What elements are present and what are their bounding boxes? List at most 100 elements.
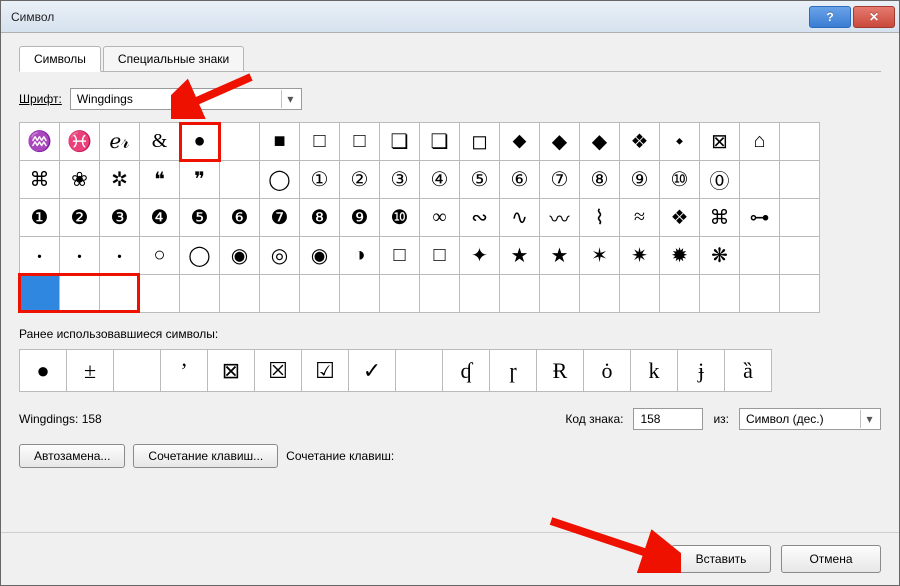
close-button[interactable]: ✕ <box>853 6 895 28</box>
symbol-cell[interactable]: ❽ <box>300 199 340 237</box>
symbol-cell[interactable]: ❖ <box>620 123 660 161</box>
symbol-cell[interactable] <box>420 275 460 313</box>
symbol-cell[interactable] <box>740 161 780 199</box>
symbol-cell[interactable]: ❻ <box>220 199 260 237</box>
symbol-cell[interactable]: ❸ <box>100 199 140 237</box>
recent-symbol-cell[interactable] <box>396 350 443 392</box>
symbol-cell[interactable]: ❹ <box>140 199 180 237</box>
symbol-cell[interactable]: ① <box>300 161 340 199</box>
symbol-cell[interactable]: ･ <box>100 237 140 275</box>
symbol-cell[interactable]: ⌂ <box>740 123 780 161</box>
symbol-cell[interactable]: ★ <box>540 237 580 275</box>
symbol-cell[interactable]: ✦ <box>460 237 500 275</box>
symbol-cell[interactable]: ⌘ <box>700 199 740 237</box>
symbol-cell[interactable]: ℯ𝓇 <box>100 123 140 161</box>
symbol-cell[interactable] <box>460 275 500 313</box>
symbol-cell[interactable] <box>220 275 260 313</box>
symbol-cell[interactable]: ♓ <box>60 123 100 161</box>
symbol-cell[interactable]: ≈ <box>620 199 660 237</box>
symbol-cell[interactable]: ✶ <box>580 237 620 275</box>
symbol-cell[interactable]: ✷ <box>620 237 660 275</box>
symbol-cell[interactable] <box>140 275 180 313</box>
symbol-cell[interactable]: ⬩ <box>660 123 700 161</box>
symbol-cell[interactable]: ③ <box>380 161 420 199</box>
symbol-cell[interactable]: ♒ <box>20 123 60 161</box>
symbol-cell[interactable]: ❿ <box>380 199 420 237</box>
recent-symbol-cell[interactable]: ✓ <box>349 350 396 392</box>
help-button[interactable]: ? <box>809 6 851 28</box>
symbol-cell[interactable]: ⑨ <box>620 161 660 199</box>
symbol-cell[interactable]: ⌘ <box>20 161 60 199</box>
font-select[interactable]: Wingdings ▾ <box>70 88 302 110</box>
symbol-cell[interactable]: & <box>140 123 180 161</box>
symbol-cell[interactable]: □ <box>420 237 460 275</box>
symbol-cell[interactable] <box>180 275 220 313</box>
symbol-cell[interactable]: □ <box>340 123 380 161</box>
symbol-cell[interactable]: ∿ <box>500 199 540 237</box>
symbol-cell[interactable]: ○ <box>140 237 180 275</box>
symbol-cell[interactable]: ◆ <box>580 123 620 161</box>
symbol-cell[interactable]: ∞ <box>420 199 460 237</box>
symbol-cell[interactable] <box>780 123 820 161</box>
symbol-cell[interactable] <box>700 275 740 313</box>
symbol-cell[interactable]: ❖ <box>660 199 700 237</box>
symbol-cell[interactable]: ② <box>340 161 380 199</box>
from-select[interactable]: Символ (дес.) ▾ <box>739 408 881 430</box>
symbol-cell[interactable] <box>300 275 340 313</box>
symbol-cell[interactable]: ⑧ <box>580 161 620 199</box>
symbol-cell[interactable]: ◑ <box>340 237 380 275</box>
symbol-cell[interactable] <box>340 275 380 313</box>
symbol-cell[interactable] <box>780 161 820 199</box>
symbol-cell[interactable] <box>620 275 660 313</box>
recent-symbol-cell[interactable]: ʠ <box>443 350 490 392</box>
symbol-cell[interactable] <box>100 275 140 313</box>
recent-symbol-cell[interactable]: ⊠ <box>208 350 255 392</box>
symbol-cell[interactable]: ◻ <box>460 123 500 161</box>
symbol-cell[interactable]: ❼ <box>260 199 300 237</box>
symbol-cell[interactable]: ❷ <box>60 199 100 237</box>
symbol-cell[interactable]: ■ <box>260 123 300 161</box>
symbol-cell[interactable]: ❏ <box>380 123 420 161</box>
symbol-cell[interactable] <box>780 275 820 313</box>
symbol-cell[interactable] <box>780 199 820 237</box>
recent-symbol-cell[interactable]: ’ <box>161 350 208 392</box>
symbol-cell[interactable] <box>580 275 620 313</box>
symbol-cell[interactable]: ❺ <box>180 199 220 237</box>
symbol-cell[interactable] <box>740 237 780 275</box>
tab-symbols[interactable]: Символы <box>19 46 101 72</box>
symbol-cell[interactable]: ∾ <box>460 199 500 237</box>
symbol-cell[interactable]: ⬥ <box>500 123 540 161</box>
recent-symbol-cell[interactable]: ☒ <box>255 350 302 392</box>
symbol-cell[interactable] <box>780 237 820 275</box>
insert-button[interactable]: Вставить <box>671 545 771 573</box>
shortcut-button[interactable]: Сочетание клавиш... <box>133 444 278 468</box>
symbol-cell[interactable]: ❝ <box>140 161 180 199</box>
symbol-cell[interactable]: ◉ <box>220 237 260 275</box>
symbol-cell[interactable]: ⊠ <box>700 123 740 161</box>
symbol-cell[interactable]: ❾ <box>340 199 380 237</box>
symbol-cell[interactable]: □ <box>380 237 420 275</box>
recent-symbol-cell[interactable]: ȯ <box>584 350 631 392</box>
symbol-cell[interactable] <box>220 161 260 199</box>
symbol-cell[interactable]: ⑦ <box>540 161 580 199</box>
symbol-cell[interactable]: ✹ <box>660 237 700 275</box>
symbol-cell[interactable]: ● <box>180 123 220 161</box>
autocorrect-button[interactable]: Автозамена... <box>19 444 125 468</box>
symbol-cell[interactable]: ❏ <box>420 123 460 161</box>
symbol-cell[interactable]: ⑩ <box>660 161 700 199</box>
symbol-cell[interactable] <box>20 275 60 313</box>
recent-symbol-cell[interactable]: k <box>631 350 678 392</box>
symbol-cell[interactable]: ⑤ <box>460 161 500 199</box>
recent-symbol-cell[interactable]: ● <box>20 350 67 392</box>
symbol-cell[interactable] <box>740 275 780 313</box>
symbol-cell[interactable]: ⊶ <box>740 199 780 237</box>
symbol-cell[interactable]: ･ <box>20 237 60 275</box>
recent-symbol-cell[interactable]: Ɍ <box>537 350 584 392</box>
symbol-cell[interactable] <box>260 275 300 313</box>
tab-special[interactable]: Специальные знаки <box>103 46 244 72</box>
symbol-cell[interactable]: ★ <box>500 237 540 275</box>
symbol-cell[interactable]: ❋ <box>700 237 740 275</box>
symbol-cell[interactable]: ◆ <box>540 123 580 161</box>
symbol-cell[interactable]: ⑥ <box>500 161 540 199</box>
symbol-cell[interactable]: ◯ <box>180 237 220 275</box>
